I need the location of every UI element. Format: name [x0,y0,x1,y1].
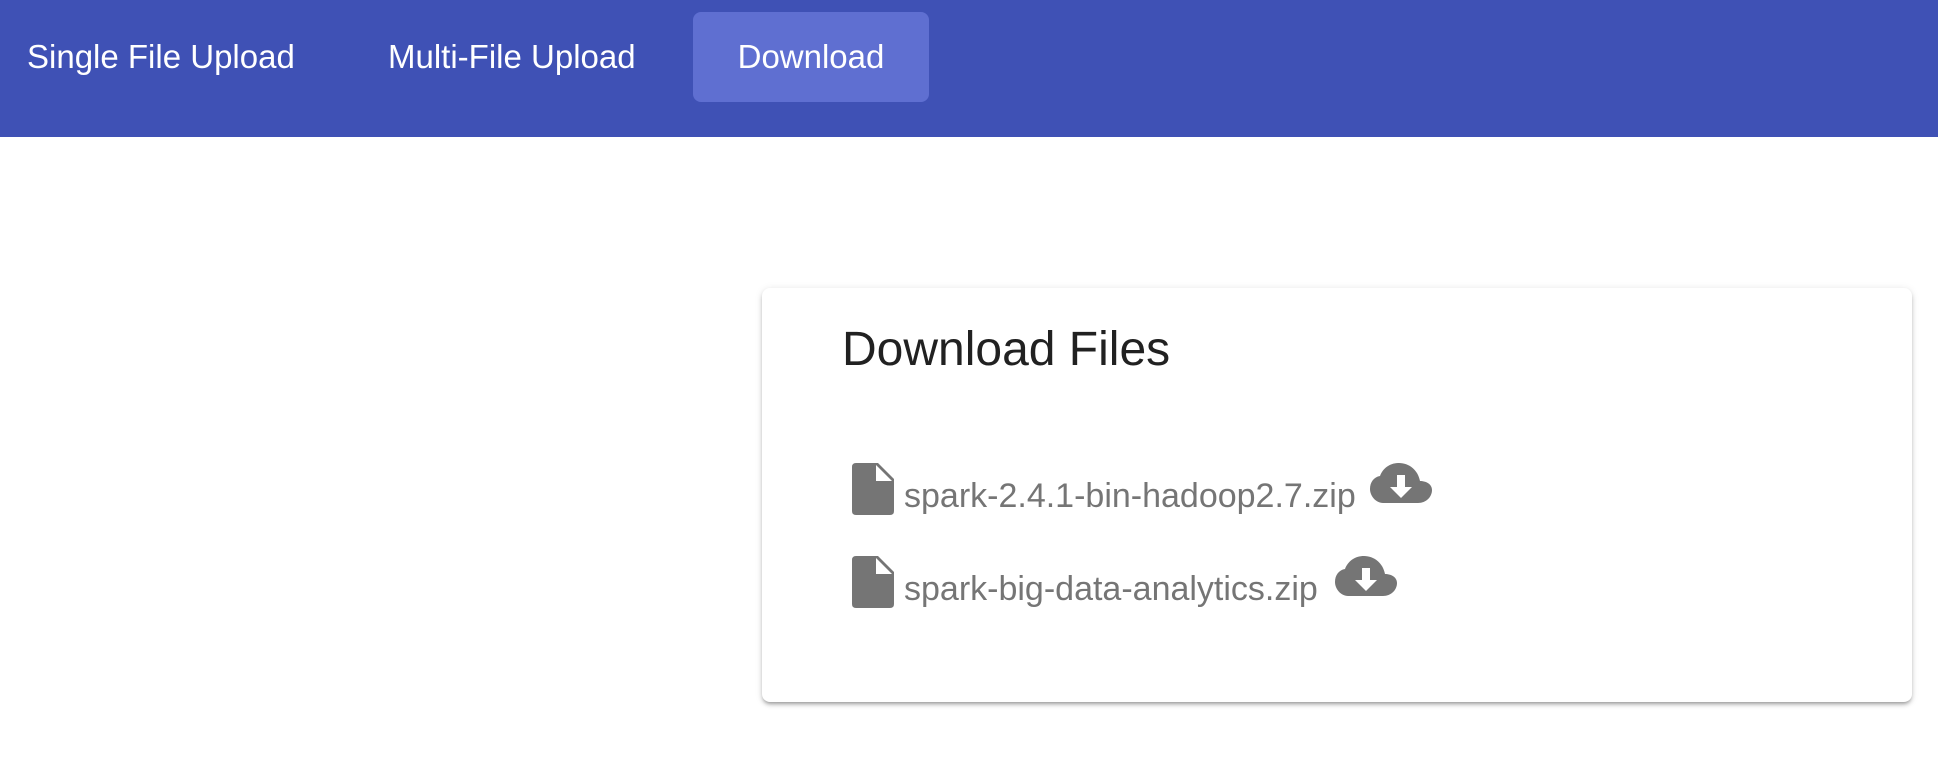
cloud-download-icon[interactable] [1370,463,1432,509]
card-title: Download Files [842,323,1171,376]
file-name-link[interactable]: spark-2.4.1-bin-hadoop2.7.zip [904,477,1356,516]
file-icon [852,556,894,608]
tab-multi-file-upload[interactable]: Multi-File Upload [348,12,676,102]
cloud-download-icon[interactable] [1335,556,1397,602]
download-files-card: Download Files spark-2.4.1-bin-hadoop2.7… [762,288,1912,702]
tab-download[interactable]: Download [693,12,929,102]
top-nav-bar: Single File Upload Multi-File Upload Dow… [0,0,1938,137]
tab-single-file-upload[interactable]: Single File Upload [0,12,335,102]
file-name-link[interactable]: spark-big-data-analytics.zip [904,570,1318,609]
file-icon [852,463,894,515]
